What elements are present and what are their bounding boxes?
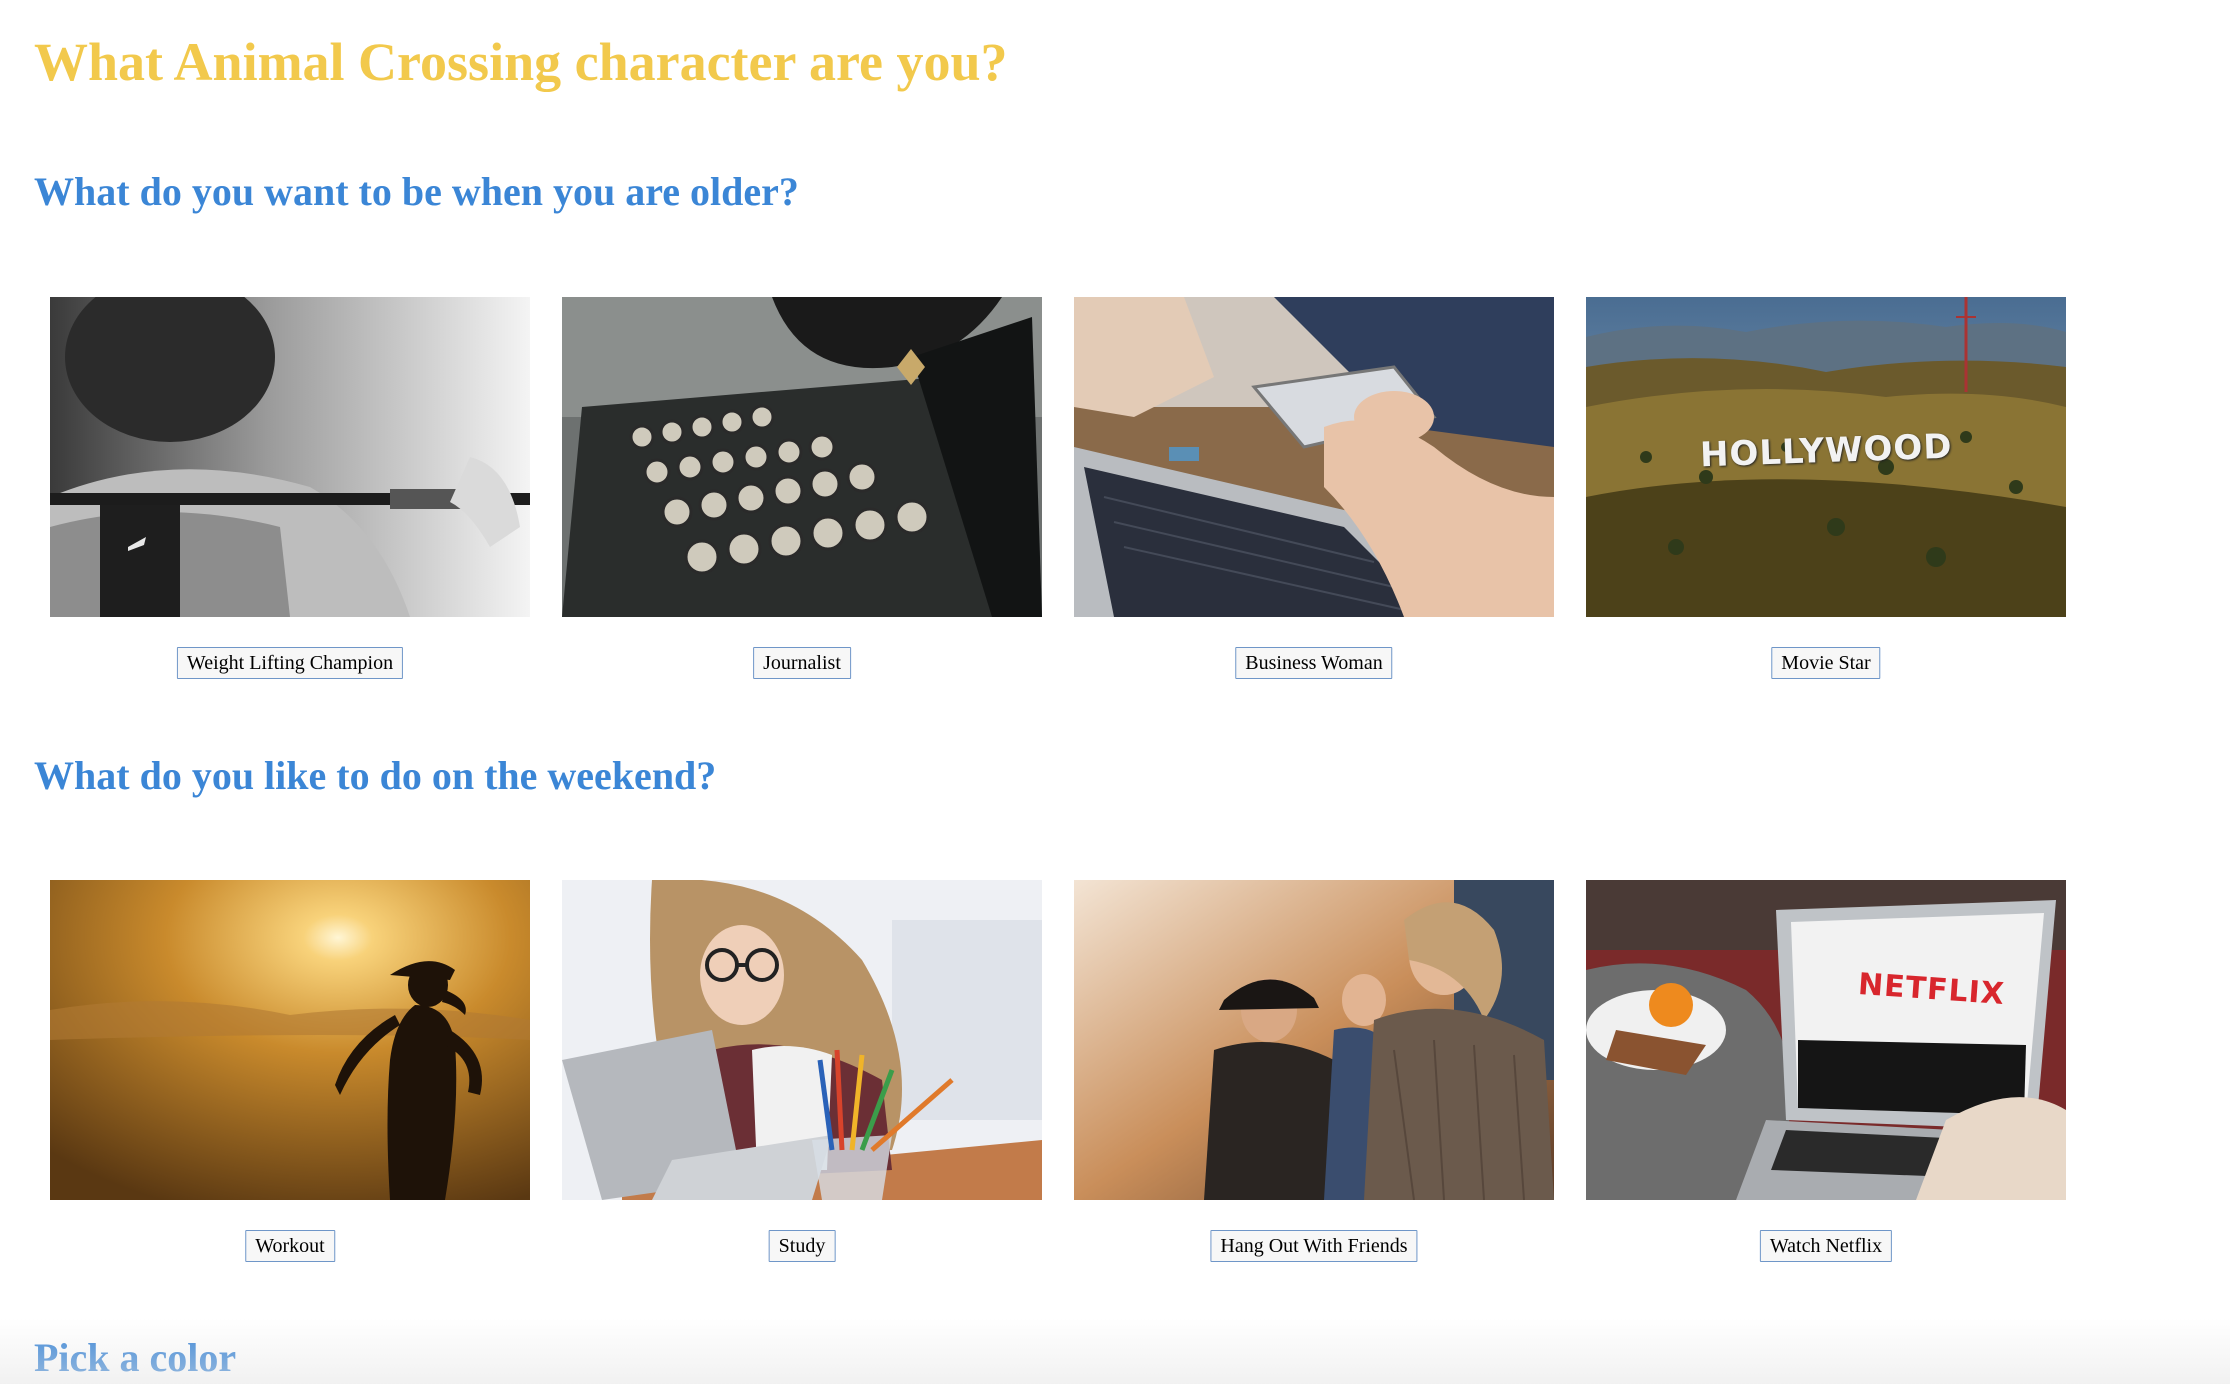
answer-button-hang-out[interactable]: Hang Out With Friends: [1210, 1230, 1418, 1262]
answer-button-movie-star[interactable]: Movie Star: [1771, 647, 1881, 679]
barbell-athlete-photo: [50, 297, 530, 617]
answer-button-weight-lifting[interactable]: Weight Lifting Champion: [176, 647, 404, 679]
typewriter-photo: [562, 297, 1042, 617]
laptop-phone-photo: [1074, 297, 1554, 617]
answer-button-business-woman[interactable]: Business Woman: [1235, 647, 1393, 679]
answer-card-hang-out: Hang Out With Friends: [1074, 880, 1554, 1262]
sunset-runner-photo: [50, 880, 530, 1200]
quiz-page: What Animal Crossing character are you? …: [0, 0, 2230, 1384]
answer-card-watch-netflix: NETFLIX Watch Netflix: [1586, 880, 2066, 1262]
answer-button-watch-netflix[interactable]: Watch Netflix: [1759, 1230, 1893, 1262]
hollywood-sign-photo: HOLLYWOOD: [1586, 297, 2066, 617]
answer-card-business-woman: Business Woman: [1074, 297, 1554, 679]
answer-card-workout: Workout: [50, 880, 530, 1262]
page-title: What Animal Crossing character are you?: [34, 32, 1008, 92]
answer-card-weight-lifting: Weight Lifting Champion: [50, 297, 530, 679]
answer-card-movie-star: HOLLYWOOD Movie Star: [1586, 297, 2066, 679]
answer-card-study: Study: [562, 880, 1042, 1262]
friends-laughing-photo: [1074, 880, 1554, 1200]
question-color-heading: Pick a color: [34, 1335, 237, 1380]
question-weekend-heading: What do you like to do on the weekend?: [34, 753, 717, 798]
student-laptop-photo: [562, 880, 1042, 1200]
answer-button-study[interactable]: Study: [768, 1230, 836, 1262]
question-career-heading: What do you want to be when you are olde…: [34, 169, 799, 214]
answer-button-workout[interactable]: Workout: [245, 1230, 335, 1262]
netflix-laptop-photo: NETFLIX: [1586, 880, 2066, 1200]
scroll-fade-overlay: [0, 1318, 2230, 1384]
answer-button-journalist[interactable]: Journalist: [753, 647, 851, 679]
answer-card-journalist: Journalist: [562, 297, 1042, 679]
